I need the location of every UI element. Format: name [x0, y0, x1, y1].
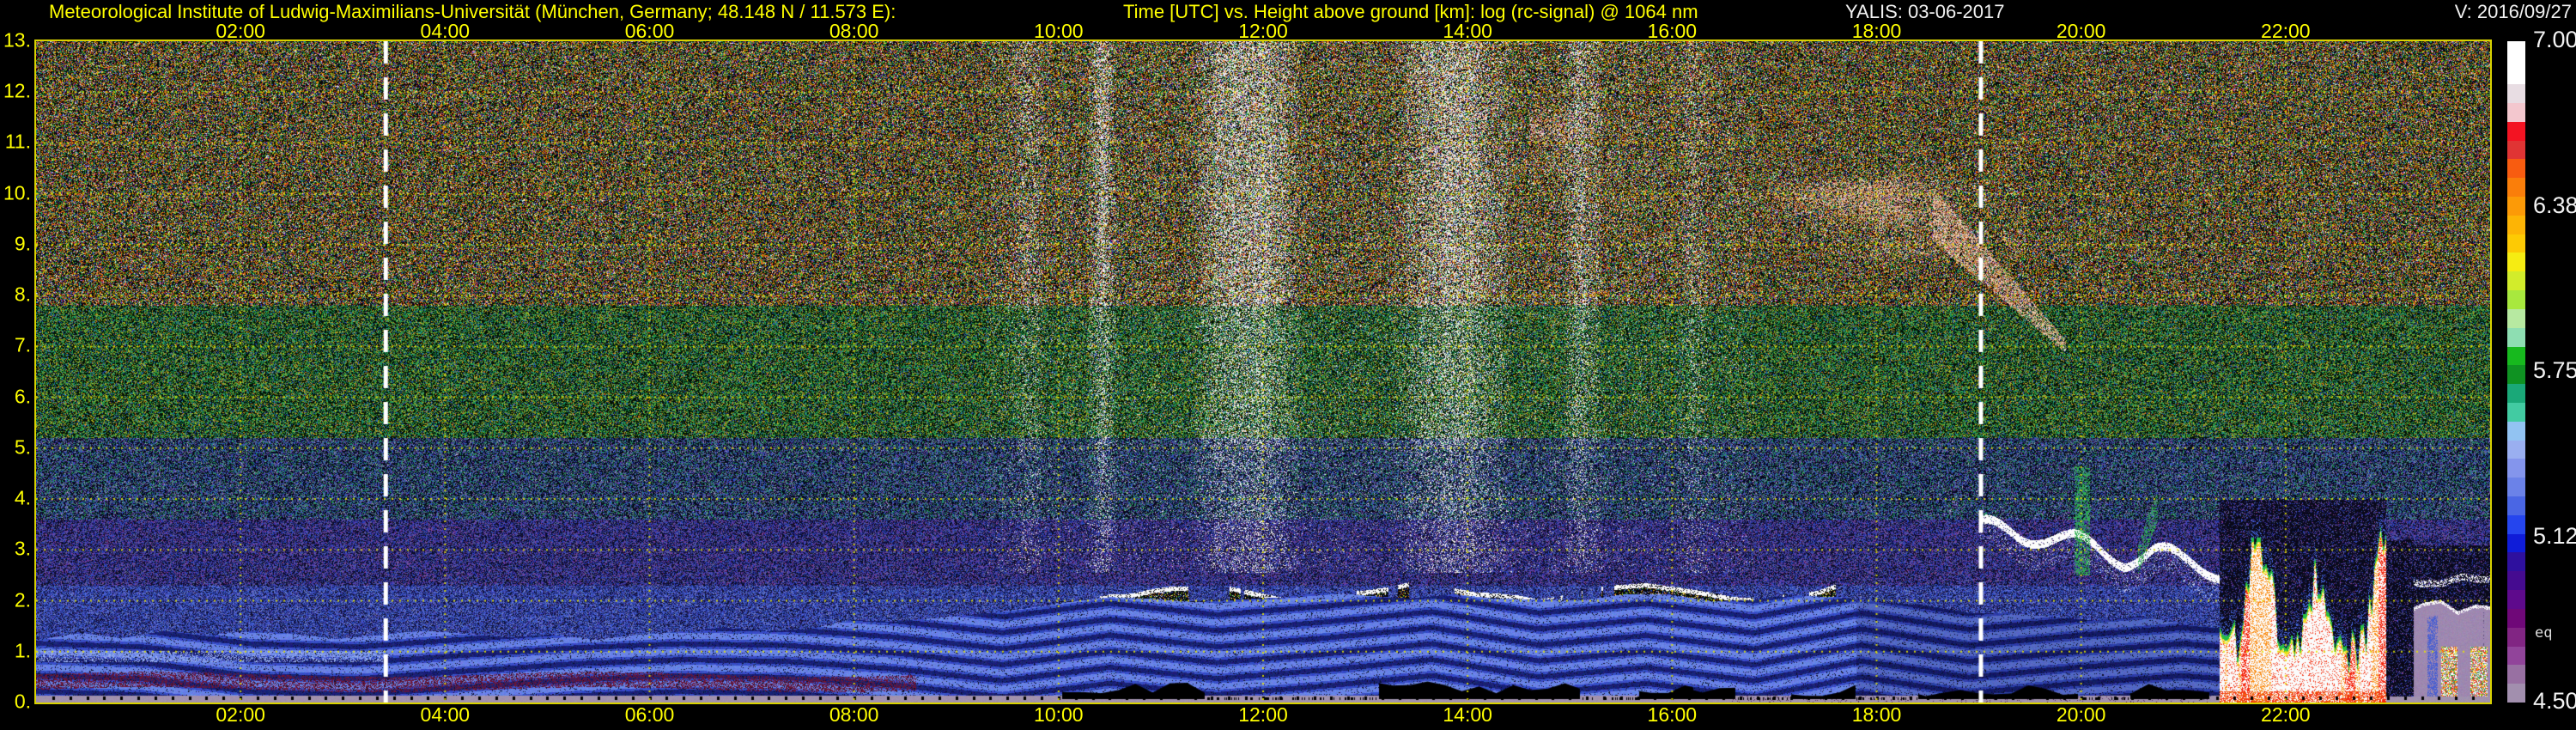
colorbar-segment [2507, 478, 2525, 497]
x-axis-tick-bottom: 08:00 [829, 703, 879, 726]
colorbar-segment [2507, 271, 2525, 291]
colorbar-side-note: eq [2535, 624, 2553, 642]
colorbar-segment [2507, 41, 2525, 85]
y-axis-tick: 9. [14, 232, 31, 255]
colorbar-tick-label: 7.00 [2533, 27, 2576, 53]
colorbar-segment [2507, 308, 2525, 328]
x-axis-tick-top: 16:00 [1647, 20, 1698, 42]
y-axis-tick: 12. [3, 79, 31, 102]
colorbar-segment [2507, 234, 2525, 253]
x-axis-tick-top: 02:00 [216, 20, 265, 42]
y-axis-tick: 8. [14, 283, 31, 306]
colorbar-segment [2507, 627, 2525, 647]
colorbar-segment [2507, 140, 2525, 160]
x-axis-tick-bottom: 16:00 [1647, 703, 1698, 726]
x-axis-tick-top: 20:00 [2056, 20, 2106, 42]
colorbar-segment [2507, 665, 2525, 684]
colorbar-segment [2507, 197, 2525, 216]
colorbar-segment [2507, 421, 2525, 441]
y-axis-tick: 5. [14, 435, 31, 459]
colorbar-segment [2507, 552, 2525, 572]
x-axis-tick-top: 22:00 [2261, 20, 2311, 42]
y-axis-tick: 10. [3, 181, 31, 204]
colorbar-segment [2507, 102, 2525, 122]
colorbar-segment [2507, 159, 2525, 179]
x-axis-tick-bottom: 04:00 [420, 703, 471, 726]
colorbar-segment [2507, 571, 2525, 591]
lidar-heatmap-canvas [36, 41, 2490, 703]
colorbar-segment [2507, 440, 2525, 459]
y-axis-tick: 13. [3, 28, 31, 52]
colorbar-segment [2507, 121, 2525, 141]
colorbar-segment [2507, 514, 2525, 534]
plot-title: Time [UTC] vs. Height above ground [km]:… [1123, 1, 1698, 22]
colorbar-tick-label: 6.38 [2533, 192, 2576, 218]
colorbar-segment [2507, 590, 2525, 609]
colorbar-tick-label: 5.12 [2533, 522, 2576, 549]
colorbar-segment [2507, 365, 2525, 385]
x-axis-tick-top: 18:00 [1851, 20, 1902, 42]
colorbar-segment [2507, 402, 2525, 422]
colorbar-segment [2507, 178, 2525, 198]
colorbar-segment [2507, 252, 2525, 272]
colorbar-segment [2507, 646, 2525, 666]
colorbar-segment [2507, 533, 2525, 553]
x-axis-tick-bottom: 18:00 [1851, 703, 1902, 726]
y-axis-tick: 2. [14, 587, 31, 611]
colorbar-segment [2507, 327, 2525, 347]
x-axis-tick-top: 06:00 [624, 20, 675, 42]
x-axis-tick-top: 04:00 [420, 20, 471, 42]
x-axis-tick-top: 10:00 [1034, 20, 1084, 42]
x-axis-tick-bottom: 06:00 [624, 703, 675, 726]
colorbar-segment [2507, 684, 2525, 703]
y-axis-tick: 4. [14, 486, 31, 509]
colorbar-tick-label: 4.50 [2533, 688, 2576, 715]
y-axis-tick: 7. [14, 333, 31, 356]
version-label: V: 2016/09/27 [2454, 1, 2572, 22]
x-axis-tick-bottom: 12:00 [1238, 703, 1288, 726]
x-axis-tick-bottom: 10:00 [1034, 703, 1084, 726]
x-axis-tick-bottom: 14:00 [1443, 703, 1492, 726]
y-axis-tick: 0. [14, 690, 31, 713]
y-axis-tick: 11. [4, 130, 31, 153]
y-axis-tick: 1. [14, 639, 31, 662]
colorbar-segment [2507, 608, 2525, 628]
colorbar-segment [2507, 290, 2525, 309]
lidar-quicklook-page: Meteorological Institute of Ludwig-Maxim… [0, 0, 2576, 730]
x-axis-tick-bottom: 20:00 [2056, 703, 2106, 726]
colorbar-segment [2507, 384, 2525, 403]
x-axis-tick-top: 14:00 [1443, 20, 1492, 42]
y-axis-tick: 3. [14, 537, 31, 560]
colorbar-segment [2507, 459, 2525, 478]
x-axis-tick-bottom: 02:00 [216, 703, 265, 726]
colorbar-segment [2507, 215, 2525, 234]
colorbar-tick-label: 5.75 [2533, 357, 2576, 384]
colorbar-segment [2507, 496, 2525, 515]
colorbar-segment [2507, 84, 2525, 103]
x-axis-tick-bottom: 22:00 [2261, 703, 2311, 726]
x-axis-tick-top: 12:00 [1238, 20, 1288, 42]
x-axis-tick-top: 08:00 [829, 20, 879, 42]
instrument-date-label: YALIS: 03-06-2017 [1845, 1, 2005, 22]
institute-title: Meteorological Institute of Ludwig-Maxim… [49, 1, 896, 22]
colorbar-segment [2507, 346, 2525, 366]
y-axis-tick: 6. [14, 384, 31, 407]
plot-area [34, 40, 2492, 704]
colorbar [2507, 41, 2525, 703]
